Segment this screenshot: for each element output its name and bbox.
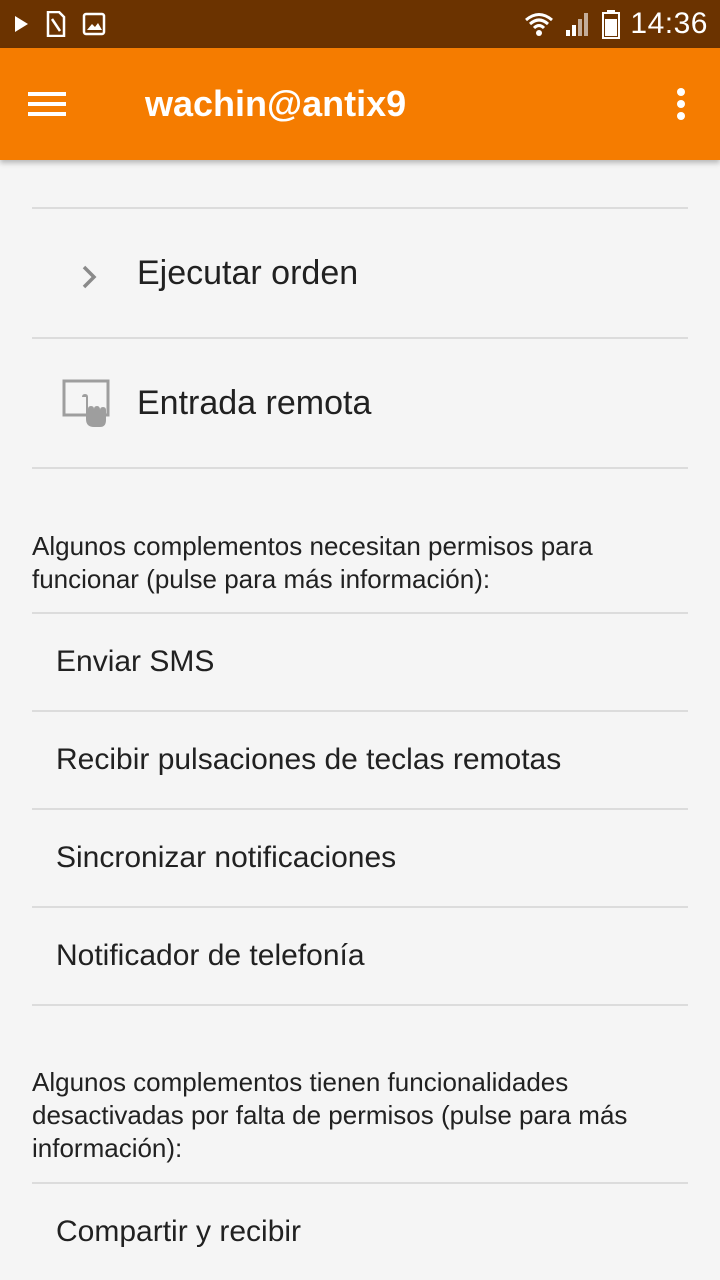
permission-label: Recibir pulsaciones de teclas remotas bbox=[56, 743, 562, 776]
chevron-right-icon bbox=[82, 265, 97, 289]
plugin-label: Ejecutar orden bbox=[137, 254, 359, 292]
permissions-needed-note[interactable]: Algunos complementos necesitan permisos … bbox=[32, 530, 688, 596]
permission-item-enviar-sms[interactable]: Enviar SMS bbox=[32, 614, 688, 710]
plugin-label: Entrada remota bbox=[137, 384, 372, 422]
features-disabled-note[interactable]: Algunos complementos tienen funcionalida… bbox=[32, 1066, 688, 1165]
app-title: wachin@antix9 bbox=[145, 83, 407, 124]
plugin-item-ejecutar-orden[interactable]: Ejecutar orden bbox=[32, 209, 688, 337]
permission-item-recibir-pulsaciones[interactable]: Recibir pulsaciones de teclas remotas bbox=[32, 712, 688, 808]
permission-label: Sincronizar notificaciones bbox=[56, 841, 397, 874]
clock: 14:36 bbox=[630, 7, 708, 40]
permission-item-sincronizar-notificaciones[interactable]: Sincronizar notificaciones bbox=[32, 810, 688, 906]
app-bar: wachin@antix9 bbox=[0, 48, 720, 160]
play-icon bbox=[15, 16, 28, 32]
image-icon bbox=[82, 12, 106, 36]
permission-label: Enviar SMS bbox=[56, 645, 215, 678]
divider bbox=[32, 467, 688, 469]
status-bar-system: 14:36 bbox=[524, 6, 708, 42]
permission-label: Notificador de telefonía bbox=[56, 939, 365, 972]
sim-card-icon bbox=[46, 11, 66, 37]
plugin-list: Ejecutar orden Entrada remota Algunos co… bbox=[0, 160, 720, 1280]
touchpad-icon bbox=[62, 379, 110, 427]
status-bar-notifications bbox=[12, 10, 106, 38]
more-vert-icon[interactable] bbox=[666, 82, 696, 126]
permission-item-notificador-telefonia[interactable]: Notificador de telefonía bbox=[32, 908, 688, 1004]
wifi-icon bbox=[525, 13, 554, 36]
battery-icon bbox=[602, 10, 621, 39]
signal-icon bbox=[566, 13, 589, 36]
hamburger-menu-icon[interactable] bbox=[22, 82, 74, 126]
feature-item-compartir-recibir[interactable]: Compartir y recibir bbox=[32, 1184, 688, 1280]
status-bar: 14:36 bbox=[0, 0, 720, 48]
divider bbox=[32, 1004, 688, 1006]
feature-label: Compartir y recibir bbox=[56, 1215, 302, 1248]
plugin-item-entrada-remota[interactable]: Entrada remota bbox=[32, 339, 688, 467]
